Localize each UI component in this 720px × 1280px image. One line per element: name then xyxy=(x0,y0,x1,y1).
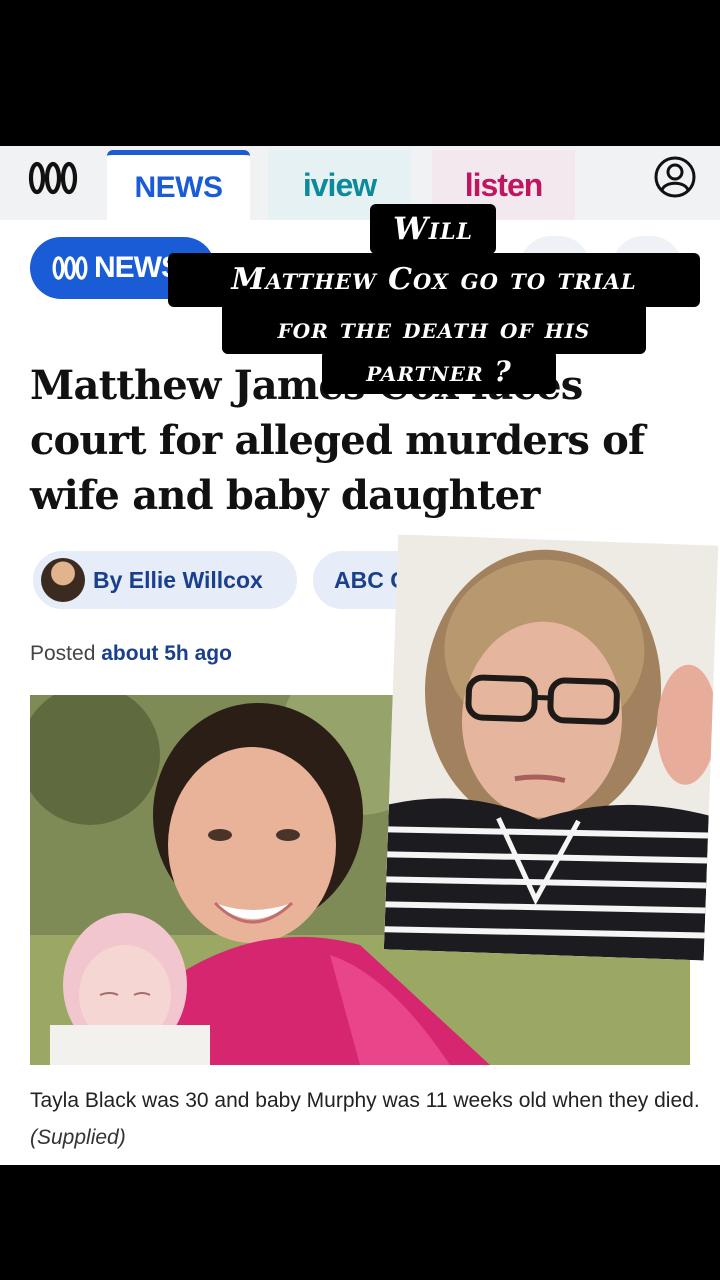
tab-news[interactable]: NEWS xyxy=(107,150,250,220)
author-chip-label: By Ellie Willcox xyxy=(93,566,263,593)
tab-iview[interactable]: iview xyxy=(268,150,411,220)
abc-news-logo-icon xyxy=(52,256,88,280)
creator-selfie-image xyxy=(383,534,719,961)
posted-time-value: about 5h ago xyxy=(101,642,232,665)
tab-listen[interactable]: listen xyxy=(432,150,575,220)
posted-prefix: Posted xyxy=(30,642,96,665)
author-chip[interactable]: By Ellie Willcox xyxy=(33,551,297,609)
abc-news-pill-label: NEWS xyxy=(94,251,181,284)
creator-video-overlay xyxy=(383,534,719,961)
caption-text: Tayla Black was 30 and baby Murphy was 1… xyxy=(30,1089,700,1112)
tab-iview-label: iview xyxy=(302,166,377,203)
profile-icon[interactable] xyxy=(653,155,697,199)
top-letterbox xyxy=(0,0,720,146)
bottom-letterbox xyxy=(0,1165,720,1280)
top-navigation: NEWS iview listen xyxy=(0,146,720,220)
caption-credit: (Supplied) xyxy=(30,1126,126,1149)
tab-news-label: NEWS xyxy=(134,170,224,204)
article-headline: Matthew James Cox faces court for allege… xyxy=(30,362,645,519)
share-button[interactable] xyxy=(520,236,590,298)
author-avatar xyxy=(41,558,85,602)
photo-caption: Tayla Black was 30 and baby Murphy was 1… xyxy=(30,1082,700,1156)
abc-logo-icon[interactable] xyxy=(28,160,78,196)
posted-time: Posted about 5h ago xyxy=(30,642,232,666)
tab-listen-label: listen xyxy=(464,166,544,203)
abc-news-home-button[interactable]: NEWS xyxy=(30,237,215,299)
bookmark-button[interactable] xyxy=(612,236,682,298)
